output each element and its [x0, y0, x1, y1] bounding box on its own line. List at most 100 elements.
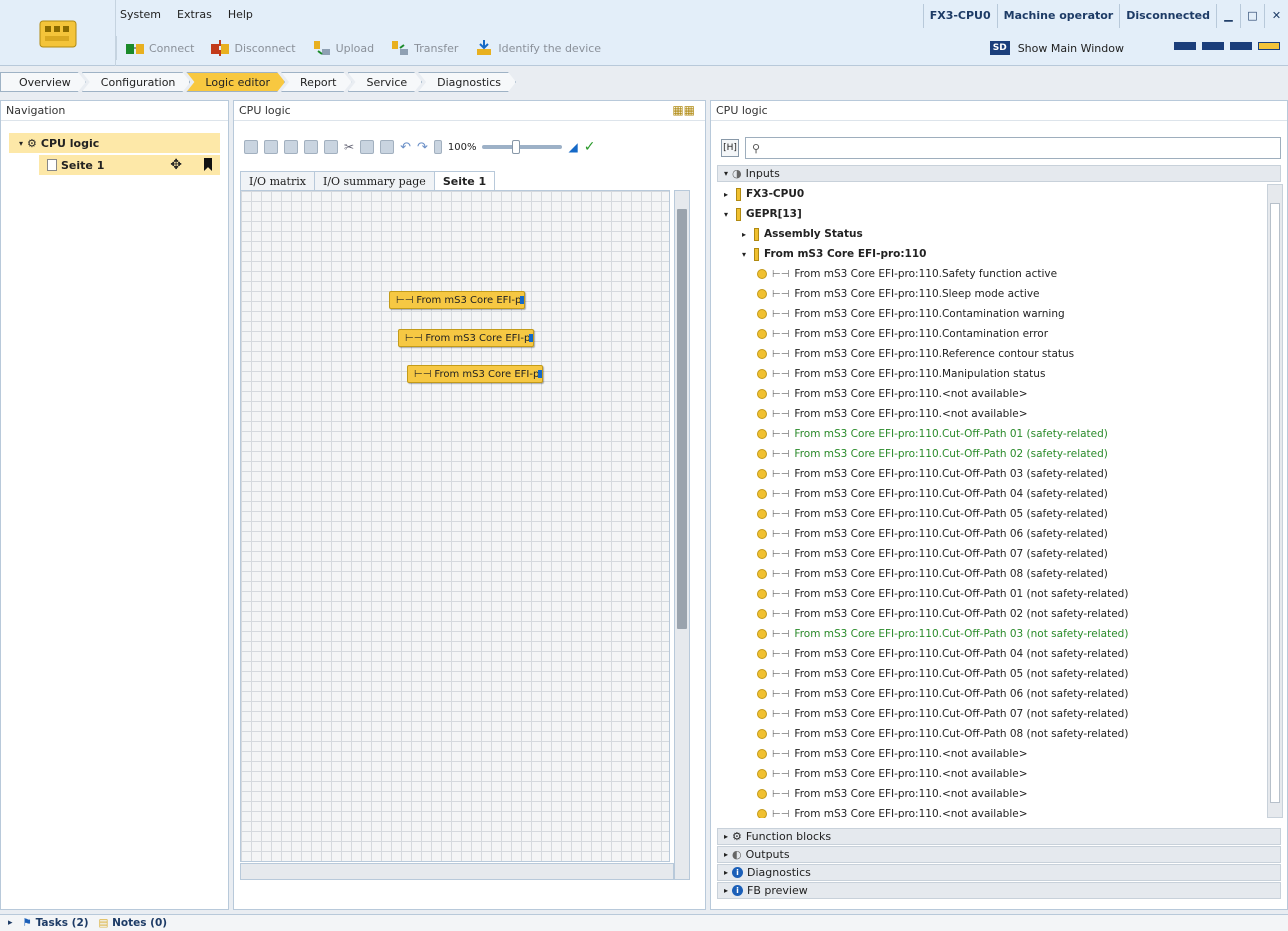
disconnect-button[interactable]: Disconnect — [202, 39, 303, 57]
tree-item[interactable]: ⊢⊣ From mS3 Core EFI-pro:110.Cut-Off-Path… — [717, 524, 1265, 544]
delete-icon[interactable] — [380, 140, 395, 154]
menu-help[interactable]: Help — [224, 8, 257, 21]
print-icon[interactable] — [304, 140, 318, 154]
page-options-icon[interactable]: ▦▦ — [672, 103, 695, 117]
minimize-button[interactable]: ▁ — [1216, 4, 1240, 28]
tree-item[interactable]: ⊢⊣ From mS3 Core EFI-pro:110.Cut-Off-Path… — [717, 584, 1265, 604]
tree-item[interactable]: ⊢⊣ From mS3 Core EFI-pro:110.Cut-Off-Path… — [717, 504, 1265, 524]
scrollbar-thumb[interactable] — [1270, 203, 1280, 803]
section-inputs[interactable]: ▾ ◑ Inputs — [717, 165, 1281, 182]
input-block[interactable]: ⊢⊣ From mS3 Core EFI-pro — [398, 329, 534, 347]
tab-service[interactable]: Service — [348, 72, 423, 92]
input-block[interactable]: ⊢⊣ From mS3 Core EFI-pro — [389, 291, 525, 309]
tree-item[interactable]: ⊢⊣ From mS3 Core EFI-pro:110.<not availab… — [717, 744, 1265, 764]
bookmark-icon[interactable] — [204, 158, 212, 171]
tree-folder[interactable]: ▸ Assembly Status — [717, 224, 1265, 244]
io-filter-icon[interactable]: [H] — [721, 139, 739, 157]
fit-view-icon[interactable]: ◢ — [568, 140, 577, 154]
transfer-button[interactable]: Transfer — [382, 39, 466, 57]
tab-seite-1[interactable]: Seite 1 — [433, 171, 496, 191]
layout-1-icon[interactable] — [1174, 42, 1196, 50]
scrollbar-thumb[interactable] — [677, 209, 687, 629]
tree-item[interactable]: ⊢⊣ From mS3 Core EFI-pro:110.Cut-Off-Path… — [717, 624, 1265, 644]
expand-arrow-icon[interactable]: ▸ — [721, 190, 731, 199]
tab-io-summary-page[interactable]: I/O summary page — [313, 171, 435, 191]
undo-icon[interactable]: ↶ — [400, 140, 411, 155]
tab-io-matrix[interactable]: I/O matrix — [240, 171, 315, 191]
menu-extras[interactable]: Extras — [173, 8, 216, 21]
expand-tasks-icon[interactable]: ▸ — [8, 918, 13, 928]
tab-diagnostics[interactable]: Diagnostics — [418, 72, 516, 92]
tree-vertical-scrollbar[interactable] — [1267, 184, 1283, 818]
tree-item[interactable]: ⊢⊣ From mS3 Core EFI-pro:110.<not availab… — [717, 804, 1265, 818]
identify-device-button[interactable]: Identify the device — [466, 39, 609, 57]
expand-arrow-icon[interactable]: ▸ — [739, 230, 749, 239]
zoom-dropdown-icon[interactable] — [433, 140, 442, 154]
tree-item[interactable]: ⊢⊣ From mS3 Core EFI-pro:110.Cut-Off-Path… — [717, 704, 1265, 724]
verify-check-icon[interactable]: ✓ — [584, 139, 596, 155]
tree-folder[interactable]: ▸ FX3-CPU0 — [717, 184, 1265, 204]
tab-configuration[interactable]: Configuration — [82, 72, 191, 92]
connect-button[interactable]: Connect — [117, 39, 202, 57]
cut-icon[interactable]: ✂ — [344, 140, 354, 154]
section-outputs[interactable]: ▸ ◐ Outputs — [717, 846, 1281, 863]
input-block[interactable]: ⊢⊣ From mS3 Core EFI-pro — [407, 365, 543, 383]
tab-overview[interactable]: Overview — [0, 72, 86, 92]
tree-item[interactable]: ⊢⊣ From mS3 Core EFI-pro:110.Cut-Off-Path… — [717, 724, 1265, 744]
expand-arrow-icon[interactable]: ▾ — [739, 250, 749, 259]
canvas-vertical-scrollbar[interactable] — [674, 190, 690, 880]
tree-item[interactable]: ⊢⊣ From mS3 Core EFI-pro:110.Reference co… — [717, 344, 1265, 364]
output-port[interactable] — [520, 296, 524, 304]
tree-item[interactable]: ⊢⊣ From mS3 Core EFI-pro:110.Contaminatio… — [717, 304, 1265, 324]
tree-item[interactable]: ⊢⊣ From mS3 Core EFI-pro:110.Cut-Off-Path… — [717, 684, 1265, 704]
layout-4-icon[interactable] — [1258, 42, 1280, 50]
output-port[interactable] — [529, 334, 533, 342]
tree-item[interactable]: ⊢⊣ From mS3 Core EFI-pro:110.<not availab… — [717, 764, 1265, 784]
remove-page-icon[interactable] — [264, 140, 278, 154]
tree-item[interactable]: ⊢⊣ From mS3 Core EFI-pro:110.Contaminatio… — [717, 324, 1265, 344]
tree-item[interactable]: ⊢⊣ From mS3 Core EFI-pro:110.Cut-Off-Path… — [717, 544, 1265, 564]
page-settings-icon[interactable] — [284, 140, 298, 154]
tab-report[interactable]: Report — [281, 72, 351, 92]
tree-folder[interactable]: ▾ From mS3 Core EFI-pro:110 — [717, 244, 1265, 264]
close-button[interactable]: ✕ — [1264, 4, 1288, 28]
section-diagnostics[interactable]: ▸ i Diagnostics — [717, 864, 1281, 881]
move-icon[interactable]: ✥ — [170, 157, 182, 173]
tree-item[interactable]: ⊢⊣ From mS3 Core EFI-pro:110.Cut-Off-Path… — [717, 604, 1265, 624]
tree-item[interactable]: ⊢⊣ From mS3 Core EFI-pro:110.Safety funct… — [717, 264, 1265, 284]
section-function-blocks[interactable]: ▸ ⚙ Function blocks — [717, 828, 1281, 845]
expand-arrow-icon[interactable]: ▾ — [721, 210, 731, 219]
tree-item[interactable]: ⊢⊣ From mS3 Core EFI-pro:110.<not availab… — [717, 784, 1265, 804]
tree-item[interactable]: ⊢⊣ From mS3 Core EFI-pro:110.<not availab… — [717, 384, 1265, 404]
tree-item[interactable]: ⊢⊣ From mS3 Core EFI-pro:110.Cut-Off-Path… — [717, 484, 1265, 504]
output-port[interactable] — [538, 370, 542, 378]
tree-item[interactable]: ⊢⊣ From mS3 Core EFI-pro:110.Cut-Off-Path… — [717, 664, 1265, 684]
copy-icon[interactable] — [324, 140, 338, 154]
tree-item[interactable]: ⊢⊣ From mS3 Core EFI-pro:110.Manipulation… — [717, 364, 1265, 384]
tree-node-cpu-logic[interactable]: ▾ ⚙ CPU logic — [9, 133, 220, 153]
expand-arrow-icon[interactable]: ▾ — [19, 139, 23, 148]
layout-3-icon[interactable] — [1230, 42, 1252, 50]
maximize-button[interactable]: □ — [1240, 4, 1264, 28]
section-fb-preview[interactable]: ▸ i FB preview — [717, 882, 1281, 899]
redo-icon[interactable]: ↷ — [417, 140, 428, 155]
paste-icon[interactable] — [360, 140, 375, 154]
canvas-horizontal-scrollbar[interactable] — [240, 863, 674, 880]
tree-item[interactable]: ⊢⊣ From mS3 Core EFI-pro:110.<not availab… — [717, 404, 1265, 424]
tree-item[interactable]: ⊢⊣ From mS3 Core EFI-pro:110.Sleep mode a… — [717, 284, 1265, 304]
tree-item[interactable]: ⊢⊣ From mS3 Core EFI-pro:110.Cut-Off-Path… — [717, 464, 1265, 484]
user-level[interactable]: Machine operator — [996, 4, 1120, 28]
tasks-button[interactable]: ⚑ Tasks (2) — [23, 917, 89, 929]
tree-item[interactable]: ⊢⊣ From mS3 Core EFI-pro:110.Cut-Off-Path… — [717, 424, 1265, 444]
tab-logic-editor[interactable]: Logic editor — [186, 72, 285, 92]
layout-2-icon[interactable] — [1202, 42, 1224, 50]
tree-node-seite-1[interactable]: Seite 1 ✥ — [39, 155, 220, 175]
notes-button[interactable]: ▤ Notes (0) — [99, 917, 168, 929]
zoom-slider-thumb[interactable] — [512, 140, 521, 154]
tree-folder[interactable]: ▾ GEPR[13] — [717, 204, 1265, 224]
menu-system[interactable]: System — [116, 8, 165, 21]
zoom-slider[interactable] — [482, 140, 563, 154]
tree-item[interactable]: ⊢⊣ From mS3 Core EFI-pro:110.Cut-Off-Path… — [717, 444, 1265, 464]
search-input[interactable]: ⚲ — [745, 137, 1281, 159]
logic-canvas[interactable]: ⊢⊣ From mS3 Core EFI-pro ⊢⊣ From mS3 Cor… — [240, 190, 670, 862]
